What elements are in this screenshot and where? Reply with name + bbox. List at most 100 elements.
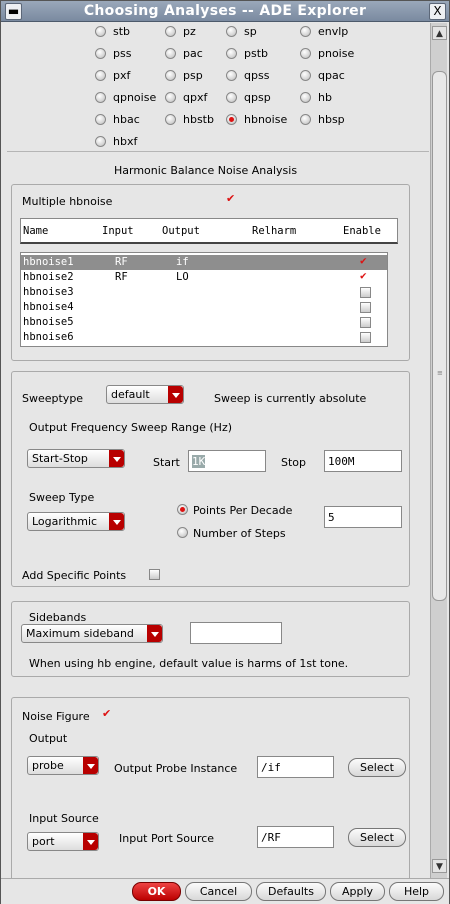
vertical-scrollbar[interactable]: ▲ ≡ ▼ — [430, 23, 447, 878]
analysis-radio-qpxf[interactable] — [165, 92, 176, 103]
sidebands-input[interactable] — [190, 622, 282, 644]
noise-figure-checkbox[interactable] — [102, 707, 113, 721]
analysis-radio-hbxf[interactable] — [95, 136, 106, 147]
analysis-radio-qpac[interactable] — [300, 70, 311, 81]
analysis-radio-hb[interactable] — [300, 92, 311, 103]
analysis-radio-pxf[interactable] — [95, 70, 106, 81]
sidebands-group: Sidebands Maximum sideband When using hb… — [11, 601, 410, 677]
sidebands-mode: Maximum sideband — [26, 627, 134, 640]
analysis-radio-pnoise[interactable] — [300, 48, 311, 59]
defaults-button[interactable]: Defaults — [256, 882, 326, 901]
analysis-radio-hbstb[interactable] — [165, 114, 176, 125]
enable-checkbox[interactable] — [360, 317, 371, 328]
table-row[interactable]: hbnoise1 RF if — [21, 254, 387, 270]
sweep-range-label: Output Frequency Sweep Range (Hz) — [29, 421, 233, 434]
table-header: Name Input Output Relharm Enable — [20, 218, 398, 244]
multiple-hbnoise-label: Multiple hbnoise — [22, 195, 113, 208]
analysis-label: hbnoise — [244, 113, 288, 126]
analysis-form: stb pz sp envlp pss pac pstb pnoise pxf psp qpss qp… — [7, 23, 429, 878]
column-header: Relharm — [252, 225, 297, 237]
chevron-down-icon — [168, 386, 183, 403]
output-select-button[interactable]: Select — [348, 758, 406, 777]
scroll-up-icon[interactable]: ▲ — [432, 26, 447, 40]
sweep-type-value: Logarithmic — [32, 515, 98, 528]
scroll-down-icon[interactable]: ▼ — [432, 859, 447, 873]
stop-label: Stop — [281, 456, 307, 469]
cell-name: hbnoise3 — [23, 286, 74, 298]
analysis-radio-qpss[interactable] — [226, 70, 237, 81]
points-per-decade-radio[interactable] — [177, 504, 188, 515]
hbnoise-table: hbnoise1 RF if hbnoise2 RF LO hbnoise3 hbnoise4… — [20, 252, 388, 347]
analysis-label: qpnoise — [113, 91, 157, 104]
enable-checkbox[interactable] — [360, 287, 371, 298]
number-of-steps-radio[interactable] — [177, 527, 188, 538]
output-label: Output — [29, 732, 68, 745]
analysis-radio-pstb[interactable] — [226, 48, 237, 59]
cancel-button[interactable]: Cancel — [185, 882, 252, 901]
analysis-radio-hbac[interactable] — [95, 114, 106, 125]
stop-input[interactable]: 100M — [324, 450, 402, 472]
sidebands-note: When using hb engine, default value is h… — [29, 657, 349, 670]
analysis-radio-sp[interactable] — [226, 26, 237, 37]
cell-name: hbnoise6 — [23, 331, 74, 343]
chevron-down-icon — [109, 450, 124, 467]
analysis-radio-hbsp[interactable] — [300, 114, 311, 125]
apply-button[interactable]: Apply — [330, 882, 385, 901]
add-specific-points-checkbox[interactable] — [149, 569, 160, 580]
enable-checkbox[interactable] — [360, 269, 371, 283]
sweep-range-dropdown[interactable]: Start-Stop — [27, 449, 125, 468]
cell-name: hbnoise2 — [23, 271, 74, 283]
analysis-radio-qpnoise[interactable] — [95, 92, 106, 103]
cell-input: RF — [115, 256, 128, 268]
help-button[interactable]: Help — [389, 882, 444, 901]
analysis-label: envlp — [318, 25, 349, 38]
analysis-radio-pss[interactable] — [95, 48, 106, 59]
output-dropdown[interactable]: probe — [27, 756, 99, 775]
multiple-hbnoise-checkbox[interactable] — [226, 192, 237, 206]
number-of-steps-label: Number of Steps — [193, 527, 286, 540]
analysis-radio-pac[interactable] — [165, 48, 176, 59]
input-port-input[interactable]: /RF — [257, 826, 334, 848]
analysis-radio-stb[interactable] — [95, 26, 106, 37]
ok-button[interactable]: OK — [132, 882, 181, 901]
points-value: 5 — [328, 511, 335, 524]
sidebands-dropdown[interactable]: Maximum sideband — [21, 624, 163, 643]
table-row[interactable]: hbnoise6 — [21, 330, 387, 345]
close-icon[interactable]: X — [429, 3, 446, 20]
analysis-radio-qpsp[interactable] — [226, 92, 237, 103]
enable-checkbox[interactable] — [360, 332, 371, 343]
table-row[interactable]: hbnoise5 — [21, 315, 387, 330]
sweeptype-dropdown[interactable]: default — [106, 385, 184, 404]
chevron-down-icon — [83, 833, 98, 850]
enable-checkbox[interactable] — [360, 254, 371, 268]
points-input[interactable]: 5 — [324, 506, 402, 528]
cell-name: hbnoise1 — [23, 256, 74, 268]
section-title: Harmonic Balance Noise Analysis — [114, 164, 298, 177]
output-mode: probe — [32, 759, 64, 772]
start-input[interactable]: 1K — [188, 450, 266, 472]
input-select-button[interactable]: Select — [348, 828, 406, 847]
analysis-radio-pz[interactable] — [165, 26, 176, 37]
column-header: Output — [162, 225, 200, 237]
sweep-type-dropdown[interactable]: Logarithmic — [27, 512, 125, 531]
table-row[interactable]: hbnoise3 — [21, 285, 387, 300]
analysis-radio-psp[interactable] — [165, 70, 176, 81]
analysis-radio-envlp[interactable] — [300, 26, 311, 37]
add-specific-points-label: Add Specific Points — [22, 569, 127, 582]
output-probe-input[interactable]: /if — [257, 756, 334, 778]
window-title: Choosing Analyses -- ADE Explorer — [83, 3, 367, 19]
analysis-label: hbac — [113, 113, 140, 126]
table-row[interactable]: hbnoise2 RF LO — [21, 269, 387, 285]
scrollbar-thumb[interactable]: ≡ — [432, 71, 447, 601]
chevron-down-icon — [83, 757, 98, 774]
table-row[interactable]: hbnoise4 — [21, 300, 387, 315]
sweep-range-value: Start-Stop — [32, 452, 88, 465]
analysis-radio-hbnoise[interactable] — [226, 114, 237, 125]
column-header: Enable — [343, 225, 381, 237]
analysis-label: hbstb — [183, 113, 214, 126]
enable-checkbox[interactable] — [360, 302, 371, 313]
cell-name: hbnoise5 — [23, 316, 74, 328]
sweep-group: Sweeptype default Sweep is currently abs… — [11, 371, 410, 587]
input-port-value: /RF — [261, 831, 281, 844]
input-source-dropdown[interactable]: port — [27, 832, 99, 851]
